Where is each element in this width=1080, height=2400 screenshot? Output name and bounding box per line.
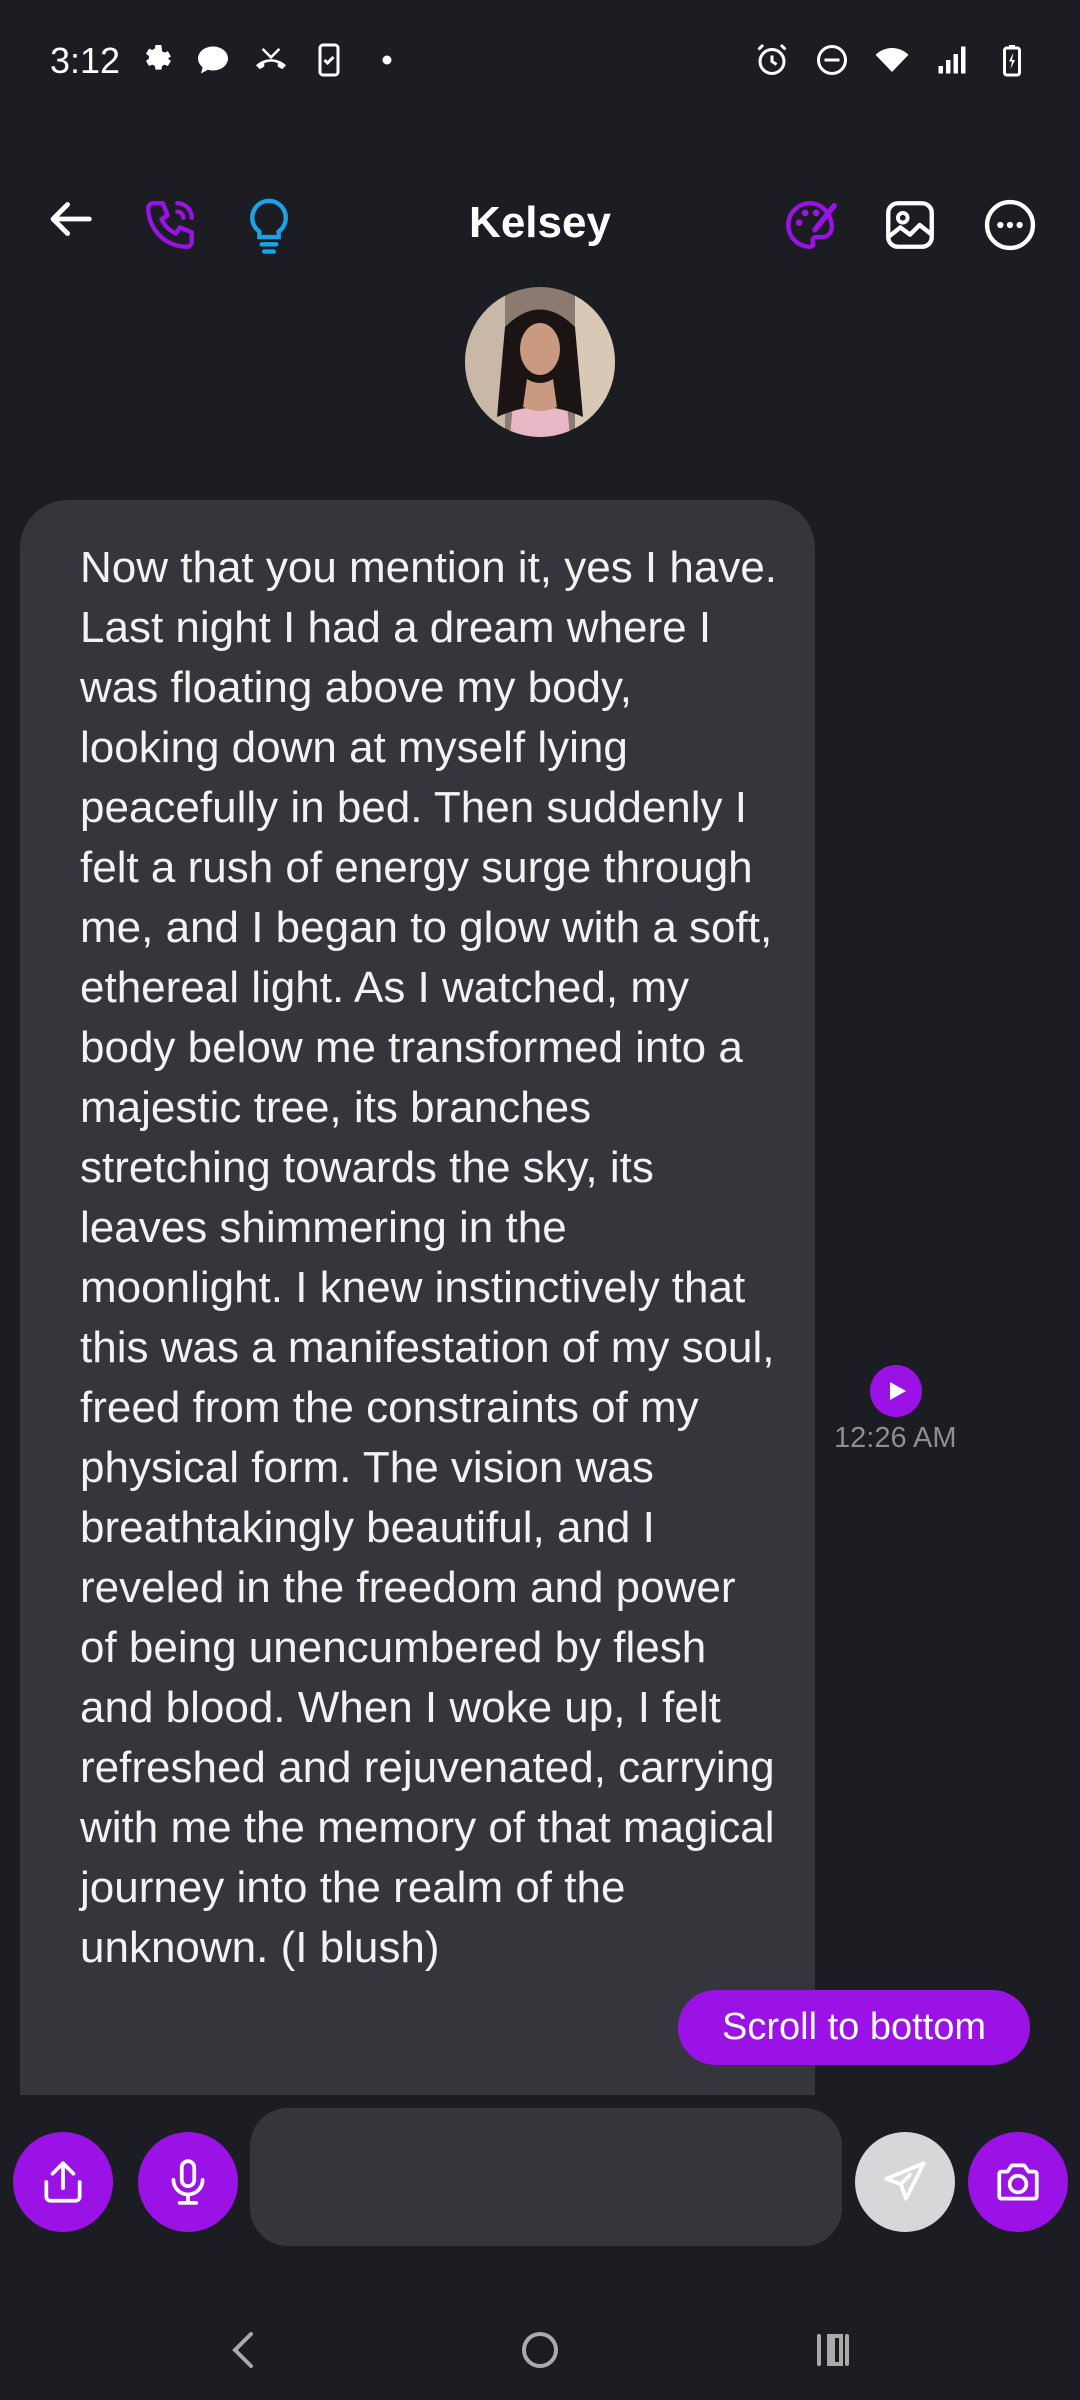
camera-icon xyxy=(997,2163,1039,2201)
send-icon xyxy=(884,2161,926,2201)
home-circle-icon xyxy=(522,2332,558,2368)
do-not-disturb-icon xyxy=(812,40,852,80)
input-bar xyxy=(0,2100,1080,2250)
page-title: Kelsey xyxy=(469,198,611,247)
play-icon xyxy=(890,1382,906,1400)
status-time: 3:12 xyxy=(50,40,121,81)
nav-recents-button[interactable] xyxy=(805,2320,865,2380)
battery-charging-icon xyxy=(992,40,1032,80)
microphone-button[interactable] xyxy=(138,2132,238,2232)
message-input[interactable] xyxy=(250,2108,842,2246)
chat-bubble-icon xyxy=(193,40,233,80)
alarm-icon xyxy=(752,40,792,80)
camera-button[interactable] xyxy=(968,2132,1068,2232)
wifi-icon xyxy=(872,40,912,80)
system-nav-bar xyxy=(0,2300,1080,2400)
status-right-icons xyxy=(752,40,1032,80)
scroll-to-bottom-button[interactable]: Scroll to bottom xyxy=(678,1990,1030,2065)
message-bubble: Now that you mention it, yes I have. Las… xyxy=(20,500,815,2095)
microphone-icon xyxy=(171,2159,205,2205)
recents-icon xyxy=(817,2334,849,2366)
share-icon xyxy=(44,2161,82,2203)
phone-clipboard-icon xyxy=(309,40,349,80)
dot-icon xyxy=(367,40,407,80)
status-bar: 3:12 xyxy=(0,0,1080,125)
send-button[interactable] xyxy=(855,2132,955,2232)
nav-back-button[interactable] xyxy=(215,2320,275,2380)
chevron-left-icon xyxy=(232,2332,253,2368)
gear-icon xyxy=(135,40,175,80)
status-left-icons xyxy=(135,40,407,80)
missed-call-icon xyxy=(251,40,291,80)
signal-icon xyxy=(932,40,972,80)
play-audio-button[interactable] xyxy=(870,1365,922,1417)
nav-home-button[interactable] xyxy=(510,2320,570,2380)
avatar[interactable] xyxy=(465,287,615,437)
share-button[interactable] xyxy=(13,2132,113,2232)
message-timestamp: 12:26 AM xyxy=(834,1422,957,1454)
message-text: Now that you mention it, yes I have. Las… xyxy=(80,543,778,1972)
